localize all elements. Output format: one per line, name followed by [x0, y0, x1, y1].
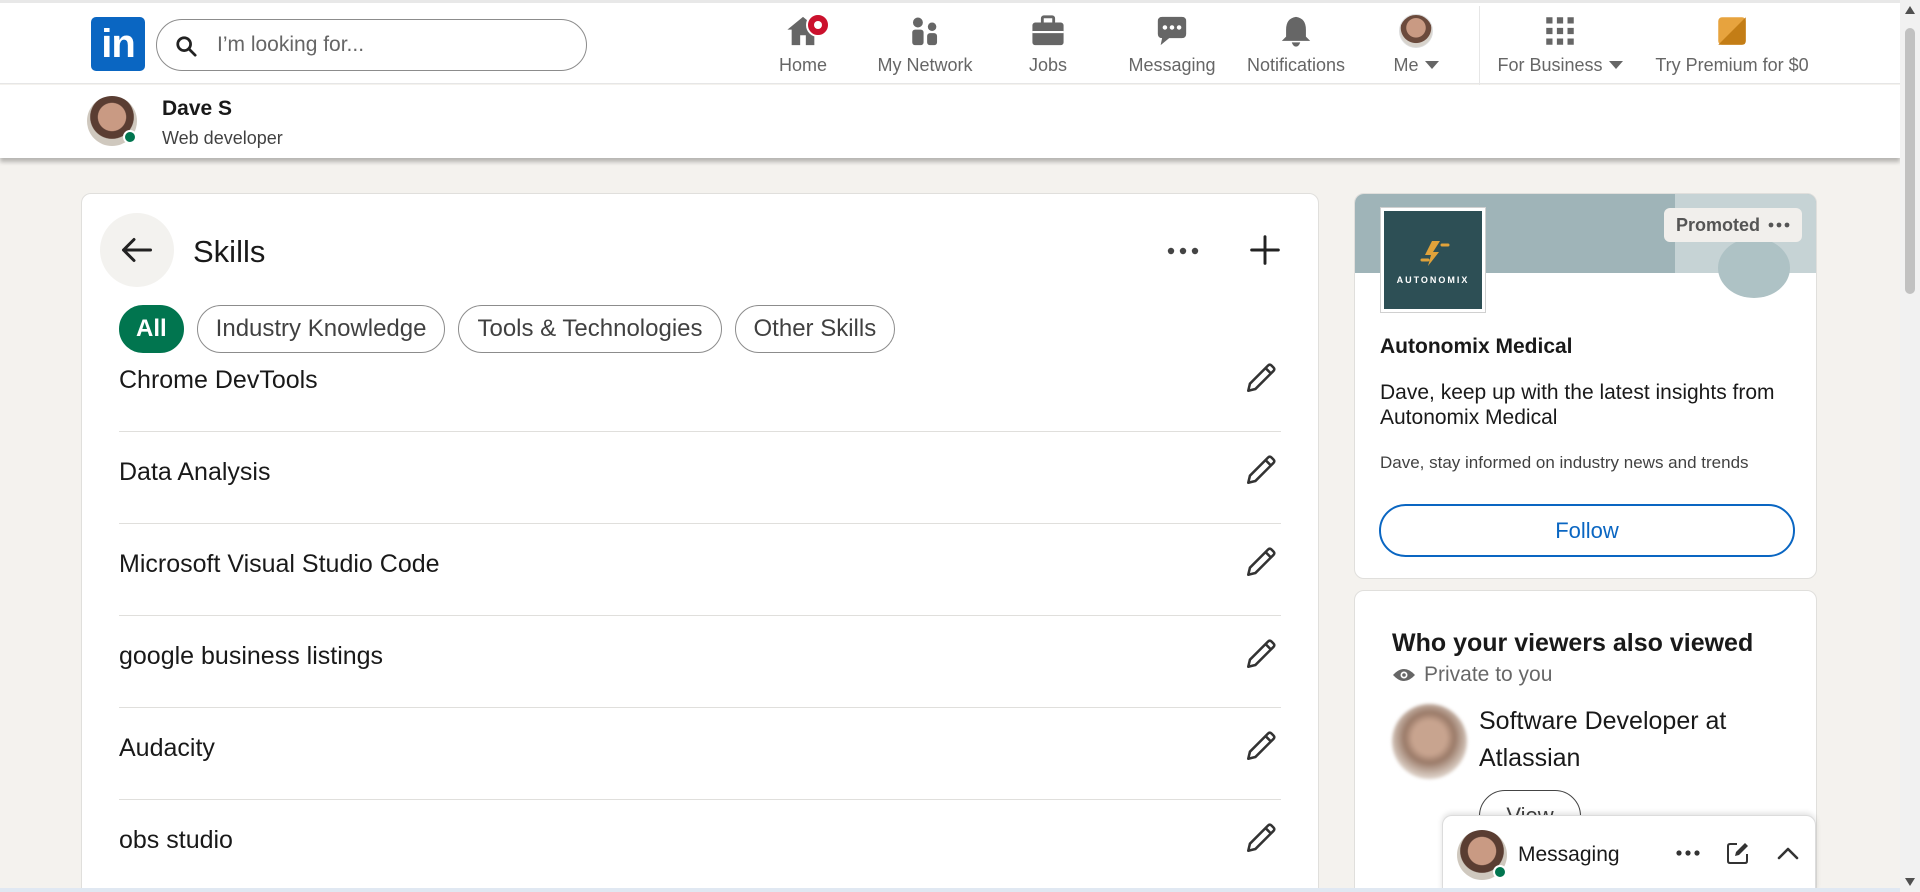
avatar: [1399, 14, 1433, 48]
company-logo-text: AUTONOMIX: [1396, 275, 1470, 285]
nav-premium-label: Try Premium for $0: [1655, 55, 1809, 75]
promoted-label: Promoted: [1675, 215, 1760, 235]
scroll-thumb[interactable]: [1905, 28, 1915, 294]
chevron-up-icon: [1777, 847, 1799, 860]
nav-for-business[interactable]: For Business: [1494, 11, 1626, 81]
search-input[interactable]: [217, 32, 567, 58]
nav-my-network-label: My Network: [877, 55, 973, 75]
nav-me-label: Me: [1393, 55, 1419, 75]
page-title: Skills: [193, 234, 266, 269]
edit-skill-button[interactable]: [1241, 726, 1281, 766]
edit-skill-button[interactable]: [1241, 450, 1281, 490]
ellipsis-icon: [1768, 222, 1790, 228]
skill-row: Chrome DevTools: [119, 340, 1281, 432]
edit-skill-button[interactable]: [1241, 358, 1281, 398]
window-bottom-edge: [0, 888, 1900, 892]
edit-skill-button[interactable]: [1241, 542, 1281, 582]
add-skill-button[interactable]: [1242, 227, 1288, 273]
pencil-icon: [1246, 363, 1276, 393]
briefcase-icon: [1032, 15, 1064, 46]
private-label: Private to you: [1424, 663, 1553, 686]
notification-badge: [806, 13, 830, 37]
skill-row: Microsoft Visual Studio Code: [119, 524, 1281, 616]
follow-button[interactable]: Follow: [1379, 504, 1795, 557]
linkedin-logo[interactable]: in: [91, 17, 145, 71]
promoted-card: Promoted AUTONOMIX Autonomix Medical Dav…: [1354, 193, 1817, 579]
pencil-icon: [1246, 547, 1276, 577]
arrow-left-icon: [122, 238, 152, 262]
nav-for-business-label: For Business: [1497, 55, 1603, 75]
autonomix-logo-mark: [1420, 241, 1450, 266]
nav-my-network[interactable]: My Network: [872, 11, 978, 81]
pencil-icon: [1246, 455, 1276, 485]
profile-headline: Web developer: [162, 128, 283, 148]
messaging-more-button[interactable]: [1673, 838, 1703, 868]
skill-row: obs studio: [119, 800, 1281, 892]
pencil-icon: [1246, 731, 1276, 761]
private-notice: Private to you: [1392, 663, 1552, 687]
nav-jobs[interactable]: Jobs: [1024, 11, 1072, 81]
more-options-button[interactable]: [1161, 229, 1205, 273]
nav-notifications-label: Notifications: [1246, 55, 1346, 75]
profile-bar: Dave S Web developer: [0, 85, 1900, 158]
top-navigation: in Home My Network: [0, 0, 1900, 86]
scroll-up-arrow[interactable]: [1905, 6, 1915, 14]
nav-jobs-label: Jobs: [1028, 55, 1068, 75]
search-box[interactable]: [156, 19, 587, 71]
grid-icon: [1546, 17, 1574, 45]
company-name[interactable]: Autonomix Medical: [1380, 335, 1573, 359]
skill-name[interactable]: Chrome DevTools: [119, 366, 318, 395]
skill-name[interactable]: Audacity: [119, 734, 215, 763]
nav-messaging[interactable]: Messaging: [1124, 11, 1220, 81]
edit-skill-button[interactable]: [1241, 818, 1281, 858]
compose-message-button[interactable]: [1723, 838, 1753, 868]
online-status-dot: [123, 130, 137, 144]
skills-card: Skills All Industry Knowledge Tools & Te…: [81, 193, 1319, 892]
nav-notifications[interactable]: Notifications: [1240, 11, 1352, 81]
chat-icon: [1157, 16, 1187, 46]
ellipsis-icon: [1167, 247, 1199, 255]
skill-row: Data Analysis: [119, 432, 1281, 524]
nav-me[interactable]: Me: [1388, 11, 1444, 81]
skill-name[interactable]: Microsoft Visual Studio Code: [119, 550, 440, 579]
eye-icon: [1393, 669, 1415, 681]
network-icon: [912, 17, 938, 46]
chevron-down-icon: [1608, 61, 1623, 69]
search-icon: [176, 36, 197, 57]
messaging-label: Messaging: [1518, 843, 1620, 866]
nav-divider: [1479, 6, 1480, 86]
promoted-menu-button[interactable]: Promoted: [1663, 208, 1802, 242]
pencil-icon: [1246, 639, 1276, 669]
edit-skill-button[interactable]: [1241, 634, 1281, 674]
profile-name[interactable]: Dave S: [162, 97, 232, 121]
nav-home[interactable]: Home: [770, 11, 836, 81]
skill-name[interactable]: Data Analysis: [119, 458, 270, 487]
skill-name[interactable]: obs studio: [119, 826, 233, 855]
bell-icon: [1281, 16, 1311, 47]
back-button[interactable]: [100, 213, 174, 287]
company-logo[interactable]: AUTONOMIX: [1381, 208, 1485, 312]
nav-premium[interactable]: Try Premium for $0: [1650, 11, 1814, 81]
ellipsis-icon: [1676, 850, 1700, 856]
compose-icon: [1727, 843, 1748, 864]
page-scrollbar[interactable]: [1900, 0, 1920, 892]
pencil-icon: [1246, 823, 1276, 853]
skill-row: Audacity: [119, 708, 1281, 800]
viewer-avatar[interactable]: [1392, 704, 1467, 779]
viewers-title: Who your viewers also viewed: [1392, 629, 1754, 657]
online-status-dot: [1493, 865, 1507, 879]
skill-name[interactable]: google business listings: [119, 642, 383, 671]
nav-home-label: Home: [778, 55, 827, 75]
promo-subtext: Dave, stay informed on industry news and…: [1380, 453, 1749, 472]
collapse-messaging-button[interactable]: [1773, 838, 1803, 868]
viewer-role[interactable]: Software Developer at Atlassian: [1479, 703, 1809, 777]
premium-icon: [1718, 17, 1746, 45]
promo-message: Dave, keep up with the latest insights f…: [1380, 381, 1775, 429]
messaging-overlay[interactable]: Messaging: [1442, 815, 1816, 892]
plus-icon: [1250, 235, 1280, 265]
skill-row: google business listings: [119, 616, 1281, 708]
chevron-down-icon: [1424, 61, 1439, 69]
nav-messaging-label: Messaging: [1128, 55, 1216, 75]
scroll-down-arrow[interactable]: [1905, 878, 1915, 886]
